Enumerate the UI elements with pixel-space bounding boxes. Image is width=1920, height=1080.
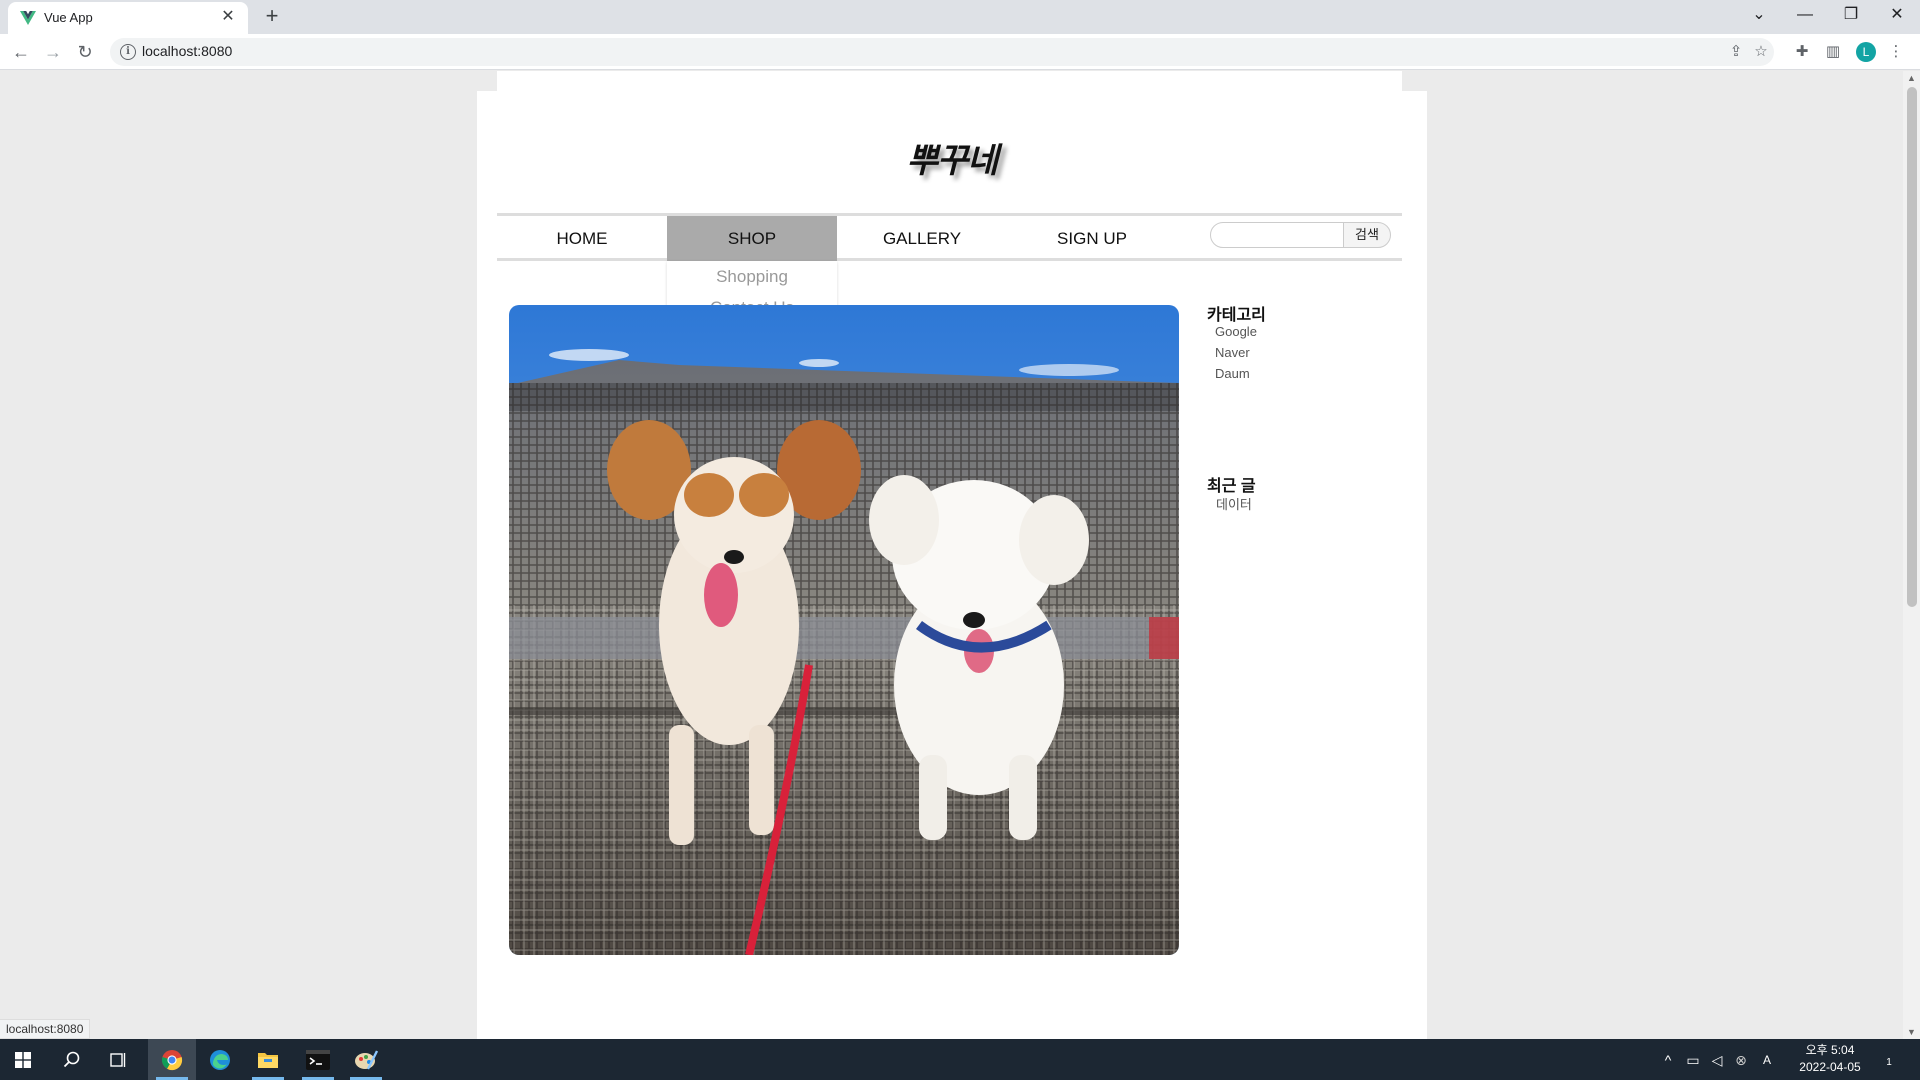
search-button[interactable]: 검색 — [1343, 222, 1391, 248]
chrome-icon — [161, 1050, 183, 1071]
sidebar-recent-post[interactable]: 데이터 — [1216, 494, 1252, 513]
browser-menu-icon[interactable]: ⋮ — [1884, 40, 1908, 64]
taskbar-file-explorer[interactable] — [244, 1039, 292, 1080]
sidebar-link-google[interactable]: Google — [1215, 324, 1257, 339]
taskbar-search-button[interactable] — [48, 1039, 96, 1080]
tab-close-icon[interactable]: ✕ — [218, 7, 238, 27]
taskbar-paint[interactable] — [342, 1039, 390, 1080]
task-view-button[interactable] — [96, 1039, 144, 1080]
share-icon[interactable]: ⇪ — [1726, 42, 1746, 62]
main-nav: HOME SHOP GALLERY SIGN UP 검색 — [497, 213, 1402, 261]
taskbar-edge[interactable] — [196, 1039, 244, 1080]
scrollbar-thumb[interactable] — [1907, 87, 1917, 607]
clock-time: 오후 5:04 — [1805, 1043, 1855, 1057]
sidebar-link-naver[interactable]: Naver — [1215, 345, 1250, 360]
terminal-icon — [306, 1050, 330, 1070]
browser-toolbar: ← → ↻ i localhost:8080 ⇪ ☆ ✚ ▥ L ⋮ — [0, 34, 1920, 70]
minimize-icon[interactable]: — — [1782, 0, 1828, 30]
forward-icon[interactable]: → — [41, 40, 65, 64]
tab-strip: Vue App ✕ + ⌄ — ❐ ✕ — [0, 0, 1920, 34]
notification-count: 1 — [1886, 1057, 1892, 1068]
page-top-strip — [497, 71, 1402, 91]
page-container: 뿌꾸네 HOME SHOP GALLERY SIGN UP 검색 Shoppin… — [477, 91, 1427, 1039]
sidebar-link-daum[interactable]: Daum — [1215, 366, 1250, 381]
search-input[interactable] — [1210, 222, 1344, 248]
reload-icon[interactable]: ↻ — [73, 40, 97, 64]
dropdown-item-shopping[interactable]: Shopping — [667, 261, 837, 292]
scroll-up-icon[interactable]: ▲ — [1903, 71, 1920, 85]
status-url-bubble: localhost:8080 — [0, 1019, 91, 1039]
address-bar[interactable]: i localhost:8080 ⇪ ☆ — [110, 38, 1774, 66]
taskbar-chrome[interactable] — [148, 1039, 196, 1080]
tab-search-icon[interactable]: ⌄ — [1736, 0, 1782, 30]
profile-avatar[interactable]: L — [1856, 42, 1876, 62]
restore-icon[interactable]: ❐ — [1828, 0, 1874, 30]
notification-center-icon[interactable]: 1 — [1878, 1051, 1900, 1069]
ime-indicator[interactable]: A — [1757, 1051, 1777, 1069]
nav-sign-up[interactable]: SIGN UP — [1007, 216, 1177, 261]
extensions-icon[interactable]: ✚ — [1790, 40, 1814, 64]
volume-muted-icon[interactable]: ◁ — [1707, 1051, 1727, 1069]
site-info-icon[interactable]: i — [120, 44, 136, 60]
vue-logo-icon — [20, 11, 36, 25]
windows-logo-icon — [15, 1052, 31, 1068]
nav-home[interactable]: HOME — [497, 216, 667, 261]
sidebar-recent-title: 최근 글 — [1207, 478, 1256, 495]
taskbar-terminal[interactable] — [294, 1039, 342, 1080]
browser-tab[interactable]: Vue App ✕ — [8, 2, 248, 34]
side-panel-icon[interactable]: ▥ — [1821, 40, 1845, 64]
folder-icon — [258, 1053, 278, 1068]
taskbar-clock[interactable]: 오후 5:04 2022-04-05 — [1790, 1042, 1870, 1076]
search-icon — [63, 1051, 80, 1068]
url-text[interactable]: localhost:8080 — [142, 43, 232, 59]
sidebar-category-title: 카테고리 — [1207, 307, 1266, 324]
back-icon[interactable]: ← — [9, 40, 33, 64]
new-tab-button[interactable]: + — [260, 5, 284, 29]
site-logo[interactable]: 뿌꾸네 — [477, 133, 1427, 182]
nav-gallery[interactable]: GALLERY — [837, 216, 1007, 261]
clock-date: 2022-04-05 — [1799, 1060, 1861, 1074]
nav-shop[interactable]: SHOP — [667, 216, 837, 261]
task-view-icon — [110, 1053, 126, 1067]
paint-icon — [355, 1050, 378, 1070]
start-button[interactable] — [0, 1039, 48, 1080]
tray-overflow-icon[interactable]: ^ — [1660, 1051, 1676, 1069]
dogs-photo — [509, 305, 1179, 955]
status-x-icon[interactable]: ⊗ — [1731, 1051, 1751, 1069]
scroll-down-icon[interactable]: ▼ — [1903, 1025, 1920, 1039]
edge-icon — [210, 1050, 230, 1070]
page-scrollbar[interactable]: ▲ ▼ — [1903, 71, 1920, 1039]
page-viewport: 뿌꾸네 HOME SHOP GALLERY SIGN UP 검색 Shoppin… — [0, 71, 1903, 1039]
bookmark-star-icon[interactable]: ☆ — [1751, 42, 1771, 62]
network-icon[interactable]: ▭ — [1683, 1051, 1703, 1069]
tab-title: Vue App — [44, 10, 93, 25]
window-close-icon[interactable]: ✕ — [1874, 0, 1920, 30]
windows-taskbar: ^ ▭ ◁ ⊗ A 오후 5:04 2022-04-05 1 — [0, 1039, 1920, 1080]
